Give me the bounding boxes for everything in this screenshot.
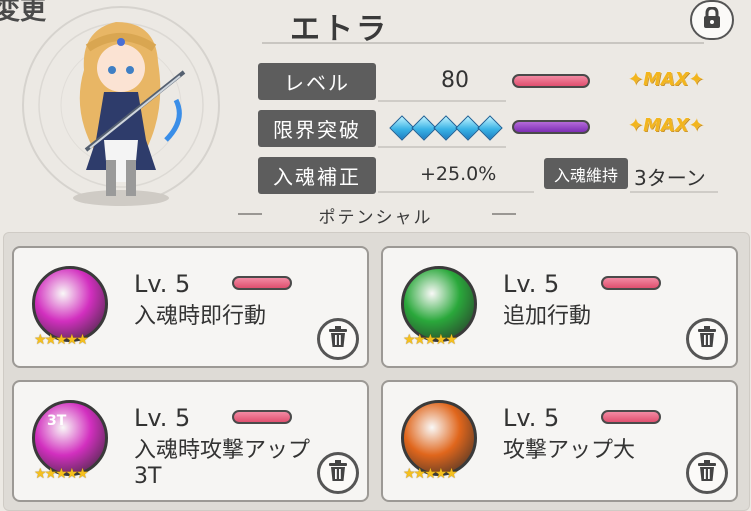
limit-break-label: 限界突破 bbox=[258, 110, 376, 147]
skill-name: 追加行動 bbox=[503, 304, 592, 329]
trash-icon bbox=[697, 460, 717, 486]
soul-sustain-label: 入魂維持 bbox=[544, 158, 628, 189]
limit-max-badge: ✦MAX✦ bbox=[628, 115, 704, 136]
level-value: 80 bbox=[441, 68, 469, 93]
soul-bonus-value: +25.0% bbox=[420, 163, 497, 185]
level-max-badge: ✦MAX✦ bbox=[628, 69, 704, 90]
potential-title: ポテンシャル bbox=[318, 208, 433, 228]
skill-level: Lv. 5 bbox=[134, 404, 191, 432]
level-label: レベル bbox=[258, 63, 376, 100]
limit-underline bbox=[378, 146, 506, 148]
magenta-3t-sword-icon: 3T bbox=[32, 400, 108, 476]
delete-button[interactable] bbox=[686, 452, 728, 494]
orange-sword-up-icon bbox=[401, 400, 477, 476]
skill-level-bar bbox=[232, 276, 292, 290]
skill-level: Lv. 5 bbox=[503, 404, 560, 432]
skill-level-bar bbox=[601, 410, 661, 424]
limit-diamond-icon bbox=[477, 115, 503, 141]
delete-button[interactable] bbox=[317, 318, 359, 360]
rarity-stars: ★★★★★ bbox=[403, 466, 458, 482]
skill-level: Lv. 5 bbox=[503, 270, 560, 298]
trash-icon bbox=[328, 326, 348, 352]
rarity-stars: ★★★★★ bbox=[34, 332, 89, 348]
level-bar bbox=[512, 74, 590, 88]
delete-button[interactable] bbox=[317, 452, 359, 494]
soul-underline bbox=[378, 191, 534, 193]
skill-level-bar bbox=[232, 410, 292, 424]
lock-button[interactable] bbox=[690, 0, 734, 40]
potential-card[interactable]: ★★★★★ Lv. 5 攻撃アップ大 bbox=[381, 380, 738, 502]
potential-card[interactable]: ★★★★★ Lv. 5 入魂時即行動 bbox=[12, 246, 369, 368]
skill-name: 入魂時攻撃アップ 3T bbox=[134, 438, 311, 489]
skill-level-bar bbox=[601, 276, 661, 290]
character-portrait bbox=[6, 0, 236, 225]
rarity-stars: ★★★★★ bbox=[34, 466, 89, 482]
magenta-person-emblem-icon bbox=[32, 266, 108, 342]
name-underline bbox=[262, 42, 704, 44]
skill-name: 攻撃アップ大 bbox=[503, 438, 636, 463]
sustain-underline bbox=[630, 191, 718, 193]
skill-name: 入魂時即行動 bbox=[134, 304, 267, 329]
limit-break-bar bbox=[512, 120, 590, 134]
lock-icon bbox=[702, 6, 722, 33]
trash-icon bbox=[697, 326, 717, 352]
delete-button[interactable] bbox=[686, 318, 728, 360]
green-person-plus-icon bbox=[401, 266, 477, 342]
soul-sustain-value: 3ターン bbox=[634, 166, 706, 190]
potential-card[interactable]: ★★★★★ Lv. 5 追加行動 bbox=[381, 246, 738, 368]
trash-icon bbox=[328, 460, 348, 486]
icon-label: 3T bbox=[47, 413, 67, 429]
soul-bonus-label: 入魂補正 bbox=[258, 157, 376, 194]
section-deco-right bbox=[492, 213, 516, 215]
level-underline bbox=[378, 100, 506, 102]
potential-card[interactable]: 3T ★★★★★ Lv. 5 入魂時攻撃アップ 3T bbox=[12, 380, 369, 502]
skill-level: Lv. 5 bbox=[134, 270, 191, 298]
rarity-stars: ★★★★★ bbox=[403, 332, 458, 348]
